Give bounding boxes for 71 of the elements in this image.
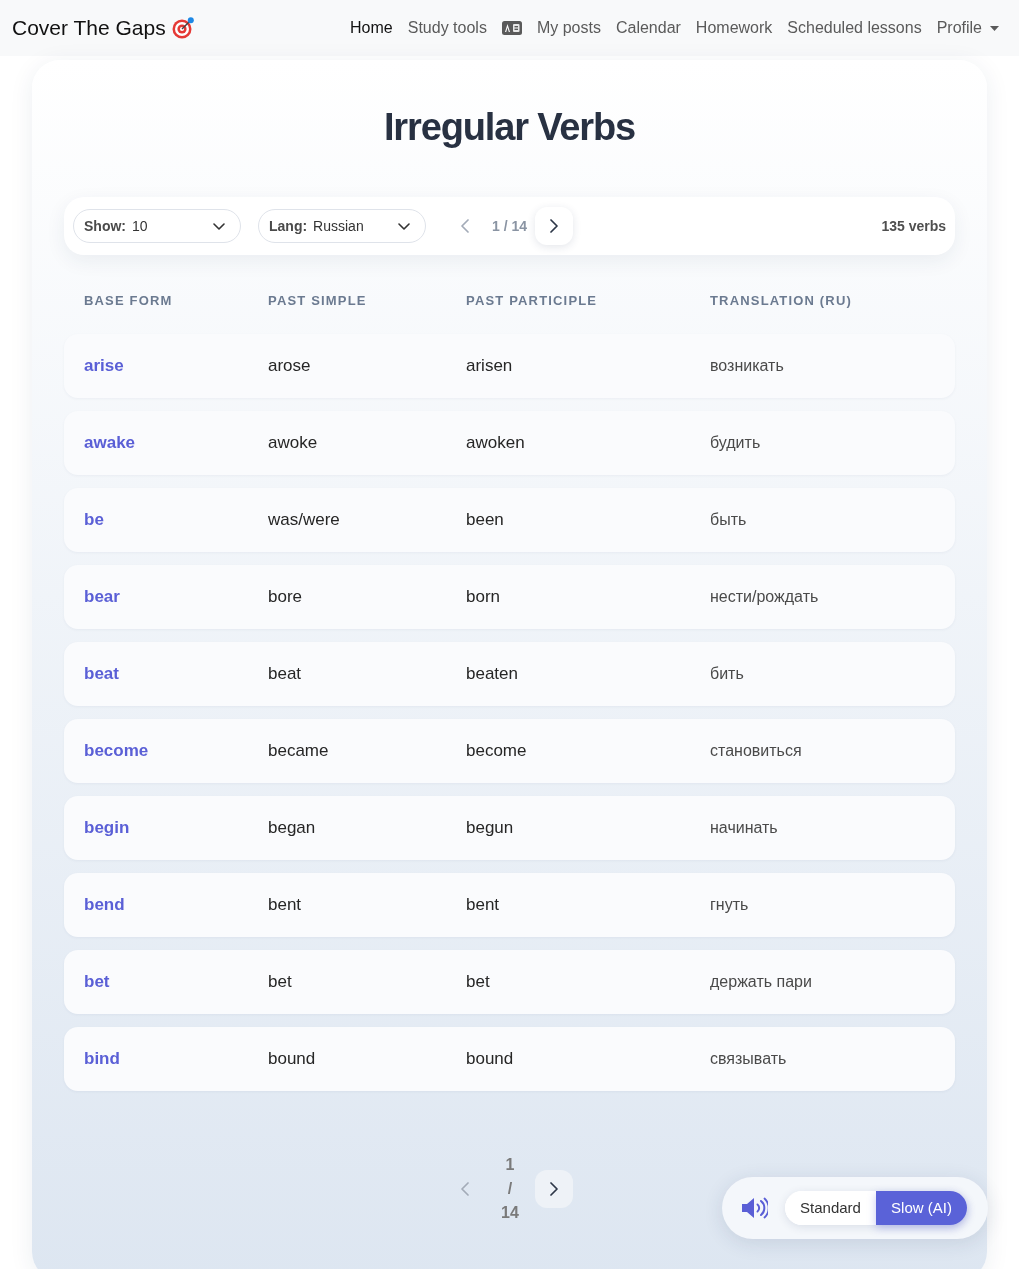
verb-link[interactable]: bet [84,969,110,995]
verb-link[interactable]: become [84,738,149,764]
verb-link[interactable]: arise [84,353,124,379]
speaker-icon[interactable] [741,1197,768,1219]
table-cell-text: связывать [710,1049,787,1069]
column-header: TRANSLATION (RU) [710,292,853,311]
chevron-left-icon [461,219,469,233]
table-cell-text: становиться [710,741,802,761]
table-cell-text: начинать [710,818,778,838]
verb-link[interactable]: bend [84,892,125,918]
target-icon [171,17,194,39]
nav-link[interactable]: Scheduled lessons [787,16,922,40]
nav-link[interactable]: Calendar [615,16,681,40]
table-cell-text: bent [466,894,500,917]
nav-link[interactable]: Homework [695,16,773,40]
speed-option[interactable]: Slow (AI) [876,1191,967,1225]
verb-link[interactable]: bear [84,584,120,610]
table-cell-text: быть [710,510,747,530]
table-cell-text: bent [268,894,302,917]
next-page-button[interactable] [535,207,574,245]
table-cell-text: began [268,817,316,840]
next-page-button[interactable] [535,1170,573,1208]
chevron-right-icon [550,219,559,233]
page-indicator: 1 / 14 [500,1155,520,1223]
column-header: PAST SIMPLE [268,292,368,311]
verb-link[interactable]: awake [84,430,136,456]
table-cell-text: будить [710,433,761,453]
card-icon [501,21,522,35]
table-cell-text: bore [268,586,303,609]
verb-link[interactable]: beat [84,661,119,687]
table-cell-text: awoke [268,432,318,455]
table-cell-text: bet [466,971,490,994]
nav-link[interactable]: My posts [536,16,601,40]
profile-dropdown[interactable]: Profile [936,16,999,40]
verb-link[interactable]: begin [84,815,130,841]
nav-icon-link[interactable] [501,21,522,35]
table-cell-text: держать пари [710,972,812,992]
table-cell-text: begun [466,817,514,840]
table-cell-text: become [466,740,527,763]
table-cell-text: was/were [268,509,340,532]
verb-count: 135 verbs [881,216,946,236]
table-cell-text: возникать [710,356,784,376]
nav-link[interactable]: Study tools [407,16,487,40]
verb-link[interactable]: bind [84,1046,120,1072]
table-cell-text: beat [268,663,302,686]
table-cell-text: awoken [466,432,525,455]
table-cell-text: became [268,740,329,763]
nav-link[interactable]: Home [350,16,393,40]
caret-icon [990,25,999,31]
speed-option[interactable]: Standard [785,1191,876,1225]
chevron-right-icon [550,1182,558,1196]
table-cell-text: нести/рождать [710,587,819,607]
table-cell-text: bound [466,1048,514,1071]
chevron-left-icon [461,1182,469,1196]
table-cell-text: arisen [466,355,513,378]
brand-link[interactable]: Cover The Gaps [12,12,194,44]
column-header: BASE FORM [84,292,174,311]
column-header: PAST PARTICIPLE [466,292,599,311]
table-cell-text: гнуть [710,895,749,915]
table-cell-text: born [466,586,501,609]
page-title: Irregular Verbs [382,105,637,150]
table-cell-text: been [466,509,504,532]
table-cell-text: bound [268,1048,316,1071]
chevron-down-icon [213,222,225,230]
verb-link[interactable]: be [84,507,104,533]
table-cell-text: бить [710,664,744,684]
chevron-down-icon [398,222,410,230]
table-cell-text: bet [268,971,292,994]
table-cell-text: arose [268,355,311,378]
page-indicator: 1 / 14 [492,216,528,236]
table-cell-text: beaten [466,663,518,686]
